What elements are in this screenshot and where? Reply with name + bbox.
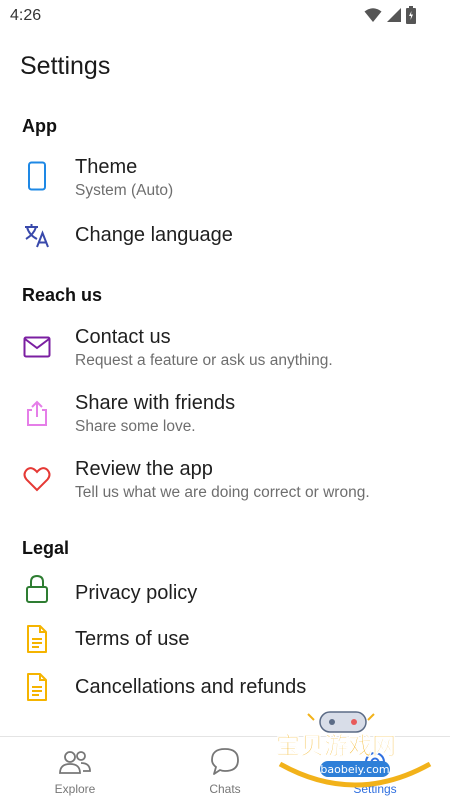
settings-item-title: Privacy policy xyxy=(75,582,198,604)
document-icon xyxy=(22,672,52,702)
settings-item-title: Share with friends xyxy=(75,392,236,414)
status-bar: 4:26 xyxy=(0,0,450,32)
page-title: Settings xyxy=(20,52,111,80)
settings-item-terms-of-use[interactable]: Terms of use xyxy=(0,622,450,658)
section-header-reach-us: Reach us xyxy=(22,285,103,305)
heart-icon xyxy=(22,464,52,494)
settings-item-subtitle: Request a feature or ask us anything. xyxy=(75,352,333,369)
watermark-url-text: baobeiy.com xyxy=(320,763,389,776)
phone-icon xyxy=(22,161,52,191)
settings-item-title: Cancellations and refunds xyxy=(75,676,307,698)
settings-item-share-with-friends[interactable]: Share with friends Share some love. xyxy=(0,388,450,444)
lock-icon xyxy=(22,574,52,604)
settings-item-theme[interactable]: Theme System (Auto) xyxy=(0,152,450,208)
settings-item-review-the-app[interactable]: Review the app Tell us what we are doing… xyxy=(0,454,450,510)
mail-icon xyxy=(22,332,52,362)
settings-item-title: Review the app xyxy=(75,458,213,480)
battery-icon xyxy=(406,6,416,24)
section-header-app: App xyxy=(22,116,57,136)
share-icon xyxy=(22,398,52,428)
settings-item-title: Theme xyxy=(75,156,138,178)
chat-bubble-icon xyxy=(208,745,242,779)
wifi-icon xyxy=(364,8,382,22)
signal-icon xyxy=(387,8,401,22)
settings-item-privacy-policy[interactable]: Privacy policy xyxy=(0,574,450,610)
nav-label: Explore xyxy=(54,782,96,796)
translate-icon xyxy=(22,220,52,250)
settings-item-contact-us[interactable]: Contact us Request a feature or ask us a… xyxy=(0,322,450,378)
settings-item-title: Change language xyxy=(75,224,233,246)
section-header-legal: Legal xyxy=(22,538,70,558)
status-icons xyxy=(364,6,416,24)
settings-item-change-language[interactable]: Change language xyxy=(0,218,450,254)
watermark-cn-text: 宝贝游戏网 xyxy=(276,732,396,760)
settings-item-cancellations-and-refunds[interactable]: Cancellations and refunds xyxy=(0,670,450,706)
watermark-logo: 宝贝游戏网 baobeiy.com xyxy=(270,706,440,792)
nav-item-explore[interactable]: Explore xyxy=(0,737,150,800)
people-icon xyxy=(58,745,92,779)
settings-item-subtitle: System (Auto) xyxy=(75,182,174,199)
settings-item-title: Terms of use xyxy=(75,628,190,650)
status-time: 4:26 xyxy=(10,7,42,24)
settings-item-title: Contact us xyxy=(75,326,171,348)
settings-item-subtitle: Tell us what we are doing correct or wro… xyxy=(75,484,370,501)
settings-item-subtitle: Share some love. xyxy=(75,418,196,435)
document-icon xyxy=(22,624,52,654)
nav-label: Chats xyxy=(209,782,241,796)
